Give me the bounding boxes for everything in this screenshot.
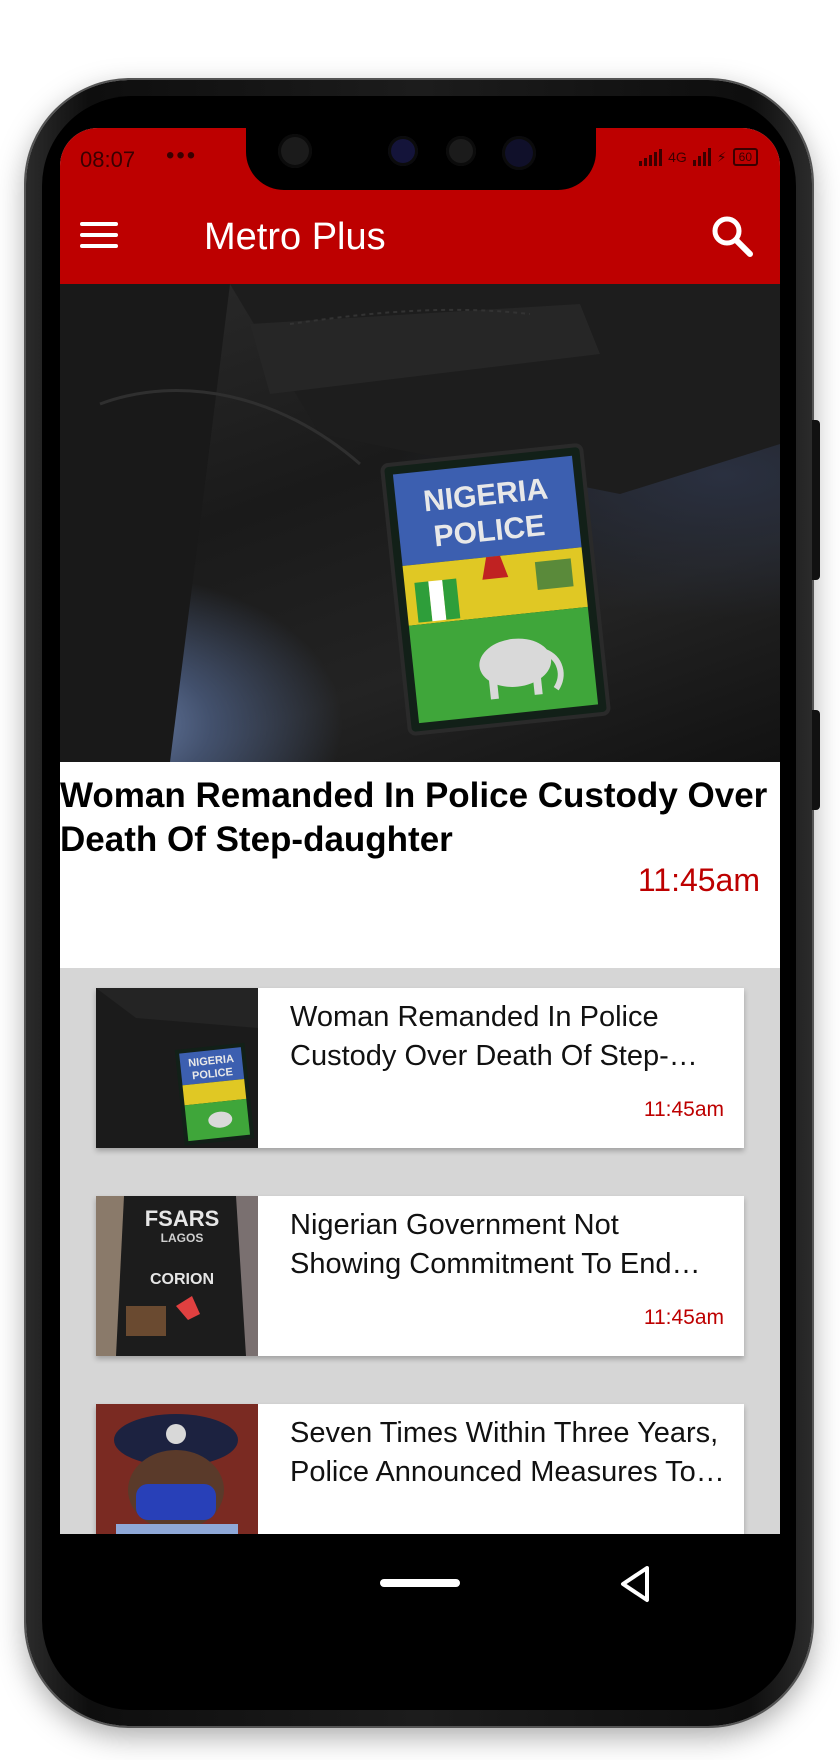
signal-icon-2 bbox=[692, 148, 711, 166]
police-uniform-illustration: NIGERIA POLICE bbox=[60, 284, 780, 762]
front-camera-icon bbox=[388, 136, 418, 166]
article-card-3[interactable]: Seven Times Within Three Years, Police A… bbox=[96, 1404, 744, 1534]
status-indicators: 4G ⚡ 60 bbox=[639, 148, 758, 166]
featured-image[interactable]: NIGERIA POLICE bbox=[60, 284, 780, 762]
status-time: 08:07 bbox=[80, 147, 136, 172]
sensor-icon bbox=[446, 136, 476, 166]
app-bar: Metro Plus bbox=[60, 188, 780, 284]
svg-text:FSARS: FSARS bbox=[145, 1206, 220, 1231]
volume-button bbox=[812, 710, 820, 810]
article-title-2[interactable]: Nigerian Government Not Showing Commitme… bbox=[290, 1206, 730, 1284]
featured-title[interactable]: Woman Remanded In Police Custody Over De… bbox=[60, 774, 776, 862]
article-thumbnail-2: FSARS LAGOS CORION bbox=[96, 1196, 258, 1356]
featured-time: 11:45am bbox=[637, 862, 760, 898]
status-notification-dots: ••• bbox=[166, 142, 198, 169]
article-thumbnail-3 bbox=[96, 1404, 258, 1534]
camera-notch bbox=[246, 128, 596, 190]
network-type: 4G bbox=[668, 149, 687, 165]
svg-text:CORION: CORION bbox=[150, 1271, 214, 1288]
article-title-3[interactable]: Seven Times Within Three Years, Police A… bbox=[290, 1414, 730, 1492]
signal-icon bbox=[639, 148, 663, 166]
article-card-2[interactable]: FSARS LAGOS CORION Nigerian Government N… bbox=[96, 1196, 744, 1356]
article-card-1[interactable]: NIGERIA POLICE Woman Remanded In Police … bbox=[96, 988, 744, 1148]
news-feed[interactable]: NIGERIA POLICE Woman Remanded In Police … bbox=[60, 284, 780, 1534]
article-title-1[interactable]: Woman Remanded In Police Custody Over De… bbox=[290, 998, 730, 1076]
power-button bbox=[812, 420, 820, 580]
article-thumbnail-1: NIGERIA POLICE bbox=[96, 988, 258, 1148]
app-title: Metro Plus bbox=[204, 216, 386, 258]
back-triangle-icon[interactable] bbox=[615, 1562, 655, 1606]
search-icon[interactable] bbox=[710, 214, 754, 258]
home-pill-icon[interactable] bbox=[380, 1579, 460, 1587]
app-screen: 08:07 ••• 4G ⚡ 60 Metro Plus NIGERIA POL… bbox=[60, 128, 780, 1534]
navigation-bar bbox=[60, 1534, 780, 1654]
charging-icon: ⚡ bbox=[716, 148, 727, 165]
battery-icon: 60 bbox=[732, 148, 758, 166]
article-time-2: 11:45am bbox=[643, 1306, 724, 1329]
camera-icon bbox=[278, 134, 312, 168]
featured-article[interactable]: Woman Remanded In Police Custody Over De… bbox=[60, 762, 780, 968]
hamburger-menu-icon[interactable] bbox=[80, 216, 120, 256]
article-time-1: 11:45am bbox=[643, 1098, 724, 1121]
front-camera-2-icon bbox=[502, 136, 536, 170]
svg-text:LAGOS: LAGOS bbox=[161, 1231, 204, 1245]
